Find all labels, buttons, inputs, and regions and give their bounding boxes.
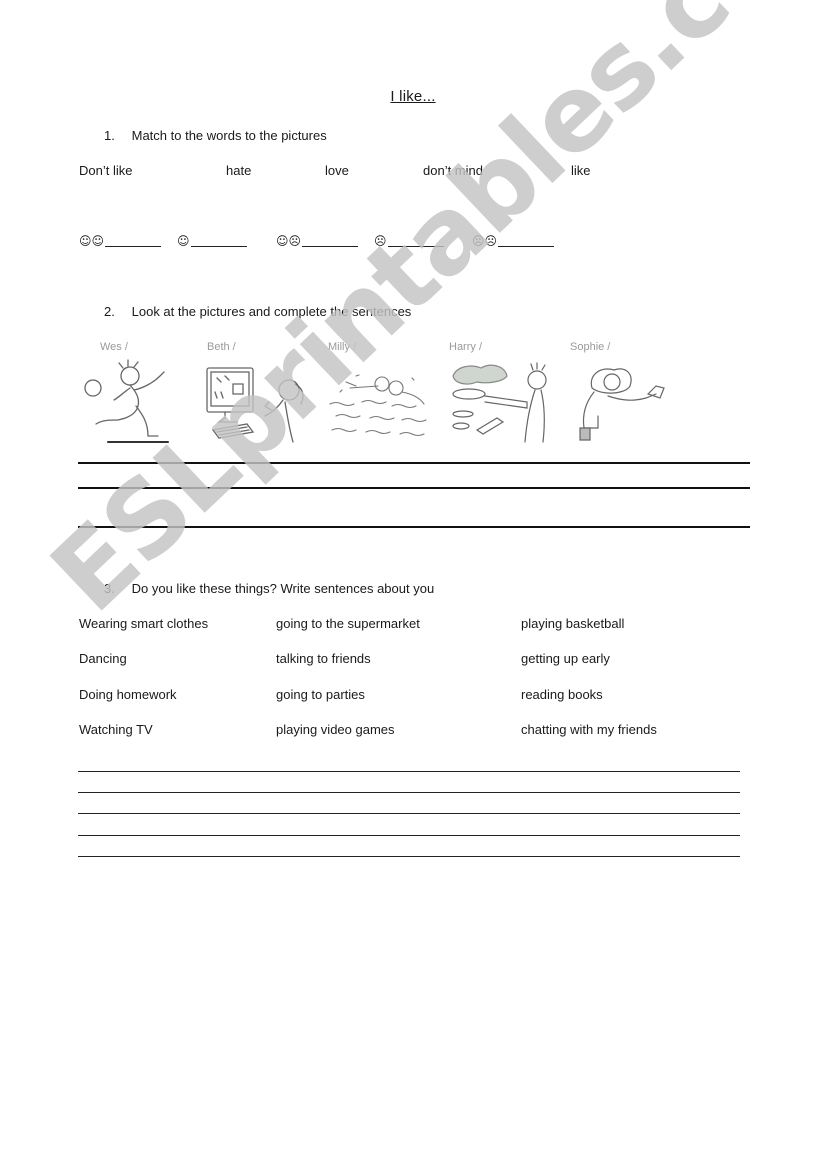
word-dont-mind: don’t mind xyxy=(423,163,483,178)
answer-blank[interactable] xyxy=(190,236,247,247)
activity-item: Dancing xyxy=(79,651,127,666)
instruction-text: Match to the words to the pictures xyxy=(131,128,327,143)
two-happy-faces-icon: ☺☺ xyxy=(79,234,105,248)
worksheet-page: I like... 1. Match to the words to the p… xyxy=(0,0,821,1169)
word-love: love xyxy=(325,163,349,178)
face-item-2: ☺ xyxy=(177,233,247,248)
exercise-2-instruction: 2. Look at the pictures and complete the… xyxy=(104,304,411,319)
face-item-3: ☺☹ xyxy=(276,233,359,248)
exercise-number: 2. xyxy=(104,304,115,319)
word-hate: hate xyxy=(226,163,252,178)
girl-swimming-icon xyxy=(329,374,427,437)
girl-reading-icon xyxy=(579,368,665,441)
picture-wes: Wes / xyxy=(78,338,188,448)
face-item-5: ☹☹ xyxy=(472,233,555,248)
answer-blank[interactable] xyxy=(387,236,444,247)
answer-line[interactable] xyxy=(78,462,750,464)
activity-item: talking to friends xyxy=(276,651,371,666)
two-sad-faces-icon: ☹☹ xyxy=(472,234,498,248)
writing-line[interactable] xyxy=(78,834,740,836)
exercise-number: 3. xyxy=(104,581,115,596)
exercise-3-instruction: 3. Do you like these things? Write sente… xyxy=(104,581,434,596)
instruction-text: Do you like these things? Write sentence… xyxy=(131,581,435,596)
happy-face-icon: ☺ xyxy=(177,234,190,248)
activity-item: Doing homework xyxy=(79,687,177,702)
activity-item: chatting with my friends xyxy=(521,722,657,737)
activity-item: going to parties xyxy=(276,687,365,702)
worksheet-title: I like... xyxy=(390,88,436,105)
activity-item: Wearing smart clothes xyxy=(79,616,209,631)
picture-beth: Beth / xyxy=(203,338,313,448)
answer-blank[interactable] xyxy=(105,236,162,247)
instruction-text: Look at the pictures and complete the se… xyxy=(131,304,412,319)
face-item-4: ☹ xyxy=(374,233,444,248)
picture-label: Harry / xyxy=(449,341,482,353)
writing-line[interactable] xyxy=(78,855,740,857)
writing-line[interactable] xyxy=(78,791,740,793)
answer-line[interactable] xyxy=(78,526,750,528)
activity-item: reading books xyxy=(521,687,603,702)
picture-label: Beth / xyxy=(207,341,236,353)
exercise-number: 1. xyxy=(104,128,115,143)
activity-item: playing basketball xyxy=(521,616,625,631)
boy-kicking-ball-icon xyxy=(84,359,169,443)
picture-label: Milly / xyxy=(328,341,357,353)
picture-milly: Milly / xyxy=(326,338,436,448)
answer-line[interactable] xyxy=(78,487,750,489)
activity-item: getting up early xyxy=(521,651,610,666)
happy-sad-faces-icon: ☺☹ xyxy=(276,234,302,248)
activity-item: playing video games xyxy=(276,722,395,737)
face-item-1: ☺☺ xyxy=(79,233,162,248)
picture-harry: Harry / xyxy=(447,338,557,448)
activity-item: going to the supermarket xyxy=(276,616,420,631)
word-dont-like: Don’t like xyxy=(79,163,133,178)
writing-line[interactable] xyxy=(78,770,740,772)
answer-blank[interactable] xyxy=(302,236,359,247)
picture-sophie: Sophie / xyxy=(568,338,678,448)
boy-cooking-icon xyxy=(452,362,547,443)
girl-computer-icon xyxy=(206,367,304,443)
picture-label: Sophie / xyxy=(570,341,611,353)
answer-blank[interactable] xyxy=(498,236,555,247)
writing-line[interactable] xyxy=(78,812,740,814)
exercise-1-instruction: 1. Match to the words to the pictures xyxy=(104,128,327,143)
word-like: like xyxy=(571,163,591,178)
activity-item: Watching TV xyxy=(79,722,153,737)
sad-face-icon: ☹ xyxy=(374,234,387,248)
picture-label: Wes / xyxy=(100,341,128,353)
